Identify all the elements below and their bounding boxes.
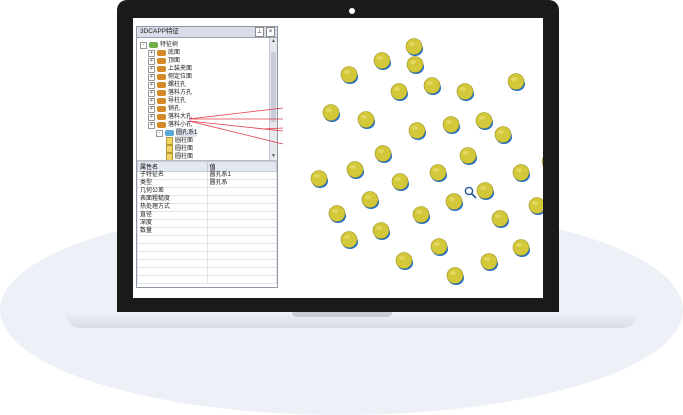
cylinder-hole[interactable] (340, 231, 359, 250)
cylinder-hole[interactable] (491, 210, 510, 229)
cylinder-hole[interactable] (322, 104, 341, 123)
cylinder-hole[interactable] (446, 267, 465, 286)
cylinder-hole[interactable] (456, 83, 475, 102)
leader-line (188, 120, 284, 145)
cylinder-hole[interactable] (429, 164, 448, 183)
cylinder-hole[interactable] (507, 73, 526, 92)
cylinder-hole[interactable] (459, 147, 478, 166)
cylinder-hole[interactable] (357, 111, 376, 130)
cylinder-hole[interactable] (541, 153, 543, 172)
cylinder-hole[interactable] (340, 66, 359, 85)
cylinder-hole[interactable] (528, 197, 543, 216)
cylinder-hole[interactable] (361, 191, 380, 210)
cylinder-hole[interactable] (445, 193, 464, 212)
cylinder-hole[interactable] (442, 116, 461, 135)
cylinder-hole[interactable] (406, 56, 425, 75)
cylinder-hole[interactable] (395, 252, 414, 271)
cylinder-hole[interactable] (408, 122, 427, 141)
cylinder-hole[interactable] (346, 161, 365, 180)
cylinder-hole[interactable] (430, 238, 449, 257)
cylinder-hole[interactable] (405, 38, 424, 57)
cylinder-hole[interactable] (412, 206, 431, 225)
cylinder-hole[interactable] (423, 77, 442, 96)
cylinder-hole[interactable] (374, 145, 393, 164)
cylinder-hole[interactable] (480, 253, 499, 272)
leader-line (188, 120, 284, 132)
cylinder-hole[interactable] (475, 112, 494, 131)
cylinder-hole[interactable] (512, 164, 531, 183)
cylinder-hole[interactable] (512, 239, 531, 258)
cylinder-hole[interactable] (328, 205, 347, 224)
leader-line (188, 107, 284, 120)
cylinder-hole[interactable] (373, 52, 392, 71)
screen: 3DCAPP特征 ⊥ × 圆柱面圆柱面圆柱面圆柱面圆柱面-圆孔系1+落料小孔+落… (133, 18, 543, 298)
cylinder-hole[interactable] (372, 222, 391, 241)
cylinder-hole[interactable] (494, 126, 513, 145)
cylinder-hole[interactable] (476, 182, 495, 201)
cylinder-hole[interactable] (391, 173, 410, 192)
leader-line (262, 127, 284, 130)
cad-viewport[interactable] (283, 18, 543, 298)
magnifier-cursor-icon (464, 186, 477, 199)
webcam-dot (349, 8, 355, 14)
cylinder-hole[interactable] (390, 83, 409, 102)
cylinder-hole[interactable] (310, 170, 329, 189)
laptop-notch (292, 312, 392, 317)
